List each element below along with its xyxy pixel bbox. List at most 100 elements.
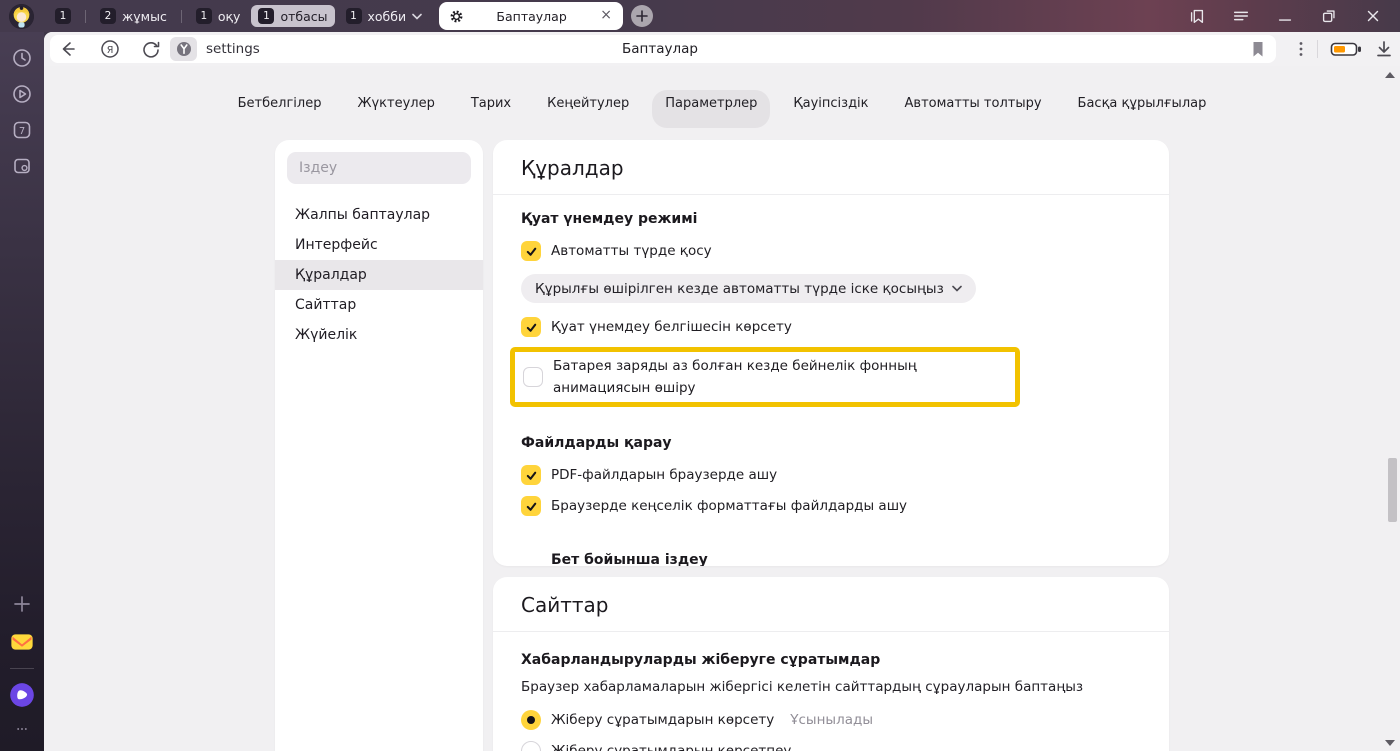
kebab-menu-icon[interactable] bbox=[1291, 39, 1311, 59]
menu-icon[interactable] bbox=[1232, 7, 1250, 25]
downloads-icon[interactable] bbox=[1374, 39, 1394, 59]
active-tab-settings[interactable]: Баптаулар × bbox=[439, 2, 623, 30]
checkbox-checked-icon[interactable] bbox=[521, 496, 541, 516]
tab-group-separator bbox=[181, 10, 182, 23]
radio-row-show-requests[interactable]: Жіберу сұратымдарын көрсету Ұсынылады bbox=[521, 709, 1141, 731]
sites-section-card: Сайттар Хабарландыруларды жіберуге сұрат… bbox=[493, 577, 1169, 751]
checkbox-label: Браузерде кеңселік форматтағы файлдарды … bbox=[551, 495, 907, 517]
radio-unchecked-icon[interactable] bbox=[521, 741, 541, 751]
file-viewing-title: Файлдарды қарау bbox=[521, 435, 1141, 451]
tools-section-title: Құралдар bbox=[493, 140, 1169, 195]
address-bar: Я settings Баптаулар bbox=[44, 32, 1400, 66]
yandex-mail-icon[interactable] bbox=[9, 629, 35, 655]
sidebar-item-interface[interactable]: Интерфейс bbox=[275, 230, 483, 260]
page-search-title: Бет бойынша іздеу bbox=[551, 552, 1141, 566]
battery-saver-icon[interactable] bbox=[1330, 39, 1362, 59]
tab-groups: 1 2 жұмыс 1 оқу 1 отбасы 1 хобби bbox=[48, 5, 429, 27]
tab-group-family[interactable]: 1 отбасы bbox=[251, 5, 334, 27]
nav-tab-settings[interactable]: Параметрлер bbox=[652, 90, 770, 128]
scrollbar-down-arrow[interactable] bbox=[1385, 740, 1395, 746]
power-mode-dropdown[interactable]: Құрылғы өшірілген кезде автоматты түрде … bbox=[521, 274, 976, 303]
settings-search-input[interactable]: Іздеу bbox=[287, 152, 471, 184]
sidebar-divider bbox=[10, 668, 34, 669]
tab-group-count: 1 bbox=[346, 8, 362, 24]
scrollbar-up-arrow[interactable] bbox=[1385, 72, 1395, 78]
nav-tab-downloads[interactable]: Жүктеулер bbox=[344, 90, 447, 128]
close-tab-icon[interactable]: × bbox=[599, 9, 613, 23]
tab-group-count: 1 bbox=[258, 8, 274, 24]
profile-avatar[interactable] bbox=[9, 4, 34, 29]
checkbox-label: Қуат үнемдеу белгішесін көрсету bbox=[551, 316, 792, 338]
alice-assistant-icon[interactable] bbox=[9, 682, 35, 708]
gear-icon bbox=[449, 9, 464, 24]
new-tab-button[interactable] bbox=[631, 5, 653, 27]
tab-group-count: 2 bbox=[100, 8, 116, 24]
sites-section-title: Сайттар bbox=[493, 577, 1169, 632]
more-options-icon[interactable] bbox=[11, 722, 33, 736]
checkbox-checked-icon[interactable] bbox=[521, 241, 541, 261]
checkbox-row-auto-enable[interactable]: Автоматты түрде қосу bbox=[521, 240, 1141, 262]
tab-group-study[interactable]: 1 оқу bbox=[189, 5, 248, 27]
plus-icon bbox=[636, 10, 648, 22]
close-window-icon[interactable] bbox=[1364, 7, 1382, 25]
tab-group-hobby[interactable]: 1 хобби bbox=[339, 5, 430, 27]
tab-group-separator bbox=[85, 10, 86, 23]
highlight-annotation-box: Батарея заряды аз болған кезде бейнелік … bbox=[510, 347, 1020, 407]
checkbox-checked-icon[interactable] bbox=[521, 465, 541, 485]
nav-tab-autofill[interactable]: Автоматты толтыру bbox=[892, 90, 1055, 128]
checkbox-label: Батарея заряды аз болған кезде бейнелік … bbox=[553, 355, 1009, 399]
power-saving-title: Қуат үнемдеу режимі bbox=[521, 211, 1141, 227]
minimize-icon[interactable] bbox=[1276, 7, 1294, 25]
media-play-icon[interactable] bbox=[11, 83, 33, 105]
notifications-description: Браузер хабарламаларын жібергісі келетін… bbox=[521, 679, 1141, 695]
tab-group-work[interactable]: 2 жұмыс bbox=[93, 5, 174, 27]
search-placeholder: Іздеу bbox=[299, 160, 337, 176]
sidebar-item-tools[interactable]: Құралдар bbox=[275, 260, 483, 290]
sidebar-item-system[interactable]: Жүйелік bbox=[275, 320, 483, 350]
svg-text:7: 7 bbox=[19, 126, 25, 137]
screen-share-icon[interactable] bbox=[11, 155, 33, 177]
page-title: Баптаулар bbox=[44, 41, 1276, 57]
dropdown-value: Құрылғы өшірілген кезде автоматты түрде … bbox=[535, 281, 944, 297]
tab-counter-icon[interactable]: 7 bbox=[11, 119, 33, 141]
checkbox-checked-icon[interactable] bbox=[521, 317, 541, 337]
title-bar: 1 2 жұмыс 1 оқу 1 отбасы 1 хобби Баптаул… bbox=[0, 0, 1400, 32]
tab-group-label: оқу bbox=[218, 9, 241, 24]
nav-tab-bookmarks[interactable]: Бетбелгілер bbox=[225, 90, 335, 128]
nav-tab-security[interactable]: Қауіпсіздік bbox=[780, 90, 881, 128]
tab-title: Баптаулар bbox=[464, 9, 599, 24]
checkbox-row-show-icon[interactable]: Қуат үнемдеу белгішесін көрсету bbox=[521, 316, 1141, 338]
bookmark-icon[interactable] bbox=[1248, 39, 1268, 59]
sidebar-bottom-cluster bbox=[9, 586, 35, 751]
checkbox-label: Автоматты түрде қосу bbox=[551, 240, 712, 262]
chevron-down-icon bbox=[952, 285, 962, 292]
radio-label: Жіберу сұратымдарын көрсетпеу bbox=[551, 740, 791, 751]
tab-group-label: жұмыс bbox=[122, 9, 167, 24]
notifications-title: Хабарландыруларды жіберуге сұратымдар bbox=[521, 652, 1141, 668]
tab-group-1[interactable]: 1 bbox=[48, 5, 78, 27]
history-icon[interactable] bbox=[11, 47, 33, 69]
browser-sidebar: 7 bbox=[0, 32, 44, 751]
radio-row-hide-requests[interactable]: Жіберу сұратымдарын көрсетпеу bbox=[521, 740, 1141, 751]
checkbox-row-battery-animation[interactable]: Батарея заряды аз болған кезде бейнелік … bbox=[523, 355, 1009, 399]
nav-tab-extensions[interactable]: Кеңейтулер bbox=[534, 90, 642, 128]
chevron-down-icon bbox=[412, 13, 422, 20]
recommended-badge: Ұсынылады bbox=[790, 712, 873, 728]
scrollbar-thumb[interactable] bbox=[1388, 458, 1397, 522]
tools-section-card: Құралдар Қуат үнемдеу режимі Автоматты т… bbox=[493, 140, 1169, 566]
add-panel-icon[interactable] bbox=[11, 593, 33, 615]
nav-tab-other-devices[interactable]: Басқа құрылғылар bbox=[1065, 90, 1220, 128]
checkbox-row-office-files[interactable]: Браузерде кеңселік форматтағы файлдарды … bbox=[521, 495, 1141, 517]
sidebar-item-sites[interactable]: Сайттар bbox=[275, 290, 483, 320]
sidebar-item-general[interactable]: Жалпы баптаулар bbox=[275, 200, 483, 230]
checkbox-label: PDF-файлдарын браузерде ашу bbox=[551, 464, 777, 486]
checkbox-unchecked-icon[interactable] bbox=[523, 367, 543, 387]
toolbar-divider bbox=[1317, 40, 1318, 58]
restore-icon[interactable] bbox=[1320, 7, 1338, 25]
tabs-panel-icon[interactable] bbox=[1188, 7, 1206, 25]
nav-tab-history[interactable]: Тарих bbox=[458, 90, 524, 128]
radio-checked-icon[interactable] bbox=[521, 710, 541, 730]
tab-group-label: хобби bbox=[368, 9, 407, 24]
settings-nav: Бетбелгілер Жүктеулер Тарих Кеңейтулер П… bbox=[44, 66, 1400, 128]
checkbox-row-pdf[interactable]: PDF-файлдарын браузерде ашу bbox=[521, 464, 1141, 486]
